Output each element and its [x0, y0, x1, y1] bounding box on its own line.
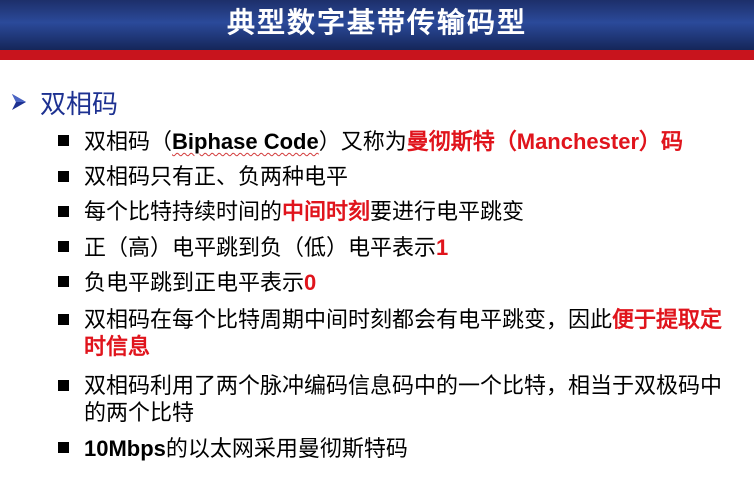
bullet-item: 负电平跳到正电平表示0	[58, 269, 738, 297]
bullet-text: 双相码只有正、负两种电平	[84, 165, 349, 190]
square-bullet-icon	[58, 314, 69, 325]
bullet-text: 10Mbps的以太网采用曼彻斯特码	[84, 436, 408, 462]
red-divider-bar	[0, 50, 754, 60]
bullet-text: 正（高）电平跳到负（低）电平表示1	[84, 235, 449, 261]
page-title: 典型数字基带传输码型	[226, 6, 527, 39]
bullet-item: 双相码（Biphase Code）又称为曼彻斯特（Manchester）码	[58, 128, 738, 156]
bullet-text: 双相码在每个比特周期中间时刻都会有电平跳变，因此便于提取定时信息	[84, 308, 723, 360]
square-bullet-icon	[58, 135, 69, 146]
bullet-text: 双相码（Biphase Code）又称为曼彻斯特（Manchester）码	[84, 129, 684, 155]
bullet-item: 10Mbps的以太网采用曼彻斯特码	[58, 435, 738, 463]
square-bullet-icon	[58, 380, 69, 391]
square-bullet-icon	[58, 442, 69, 453]
bullet-item: 双相码只有正、负两种电平	[58, 164, 738, 191]
square-bullet-icon	[58, 276, 69, 287]
divider-line	[0, 60, 754, 62]
bullet-item: 每个比特持续时间的中间时刻要进行电平跳变	[58, 199, 738, 226]
bullet-item: 正（高）电平跳到负（低）电平表示1	[58, 234, 738, 262]
bullet-item: 双相码利用了两个脉冲编码信息码中的一个比特，相当于双极码中的两个比特	[58, 373, 738, 427]
square-bullet-icon	[58, 206, 69, 217]
section-heading: 双相码	[8, 85, 119, 120]
bullet-item: 双相码在每个比特周期中间时刻都会有电平跳变，因此便于提取定时信息	[58, 307, 738, 361]
bullet-text: 负电平跳到正电平表示0	[84, 270, 317, 296]
square-bullet-icon	[58, 241, 69, 252]
section-heading-label: 双相码	[40, 89, 119, 120]
bullet-text: 每个比特持续时间的中间时刻要进行电平跳变	[84, 200, 525, 225]
square-bullet-icon	[58, 171, 69, 182]
bullet-text: 双相码利用了两个脉冲编码信息码中的一个比特，相当于双极码中的两个比特	[84, 374, 723, 426]
arrow-right-icon	[12, 94, 26, 110]
